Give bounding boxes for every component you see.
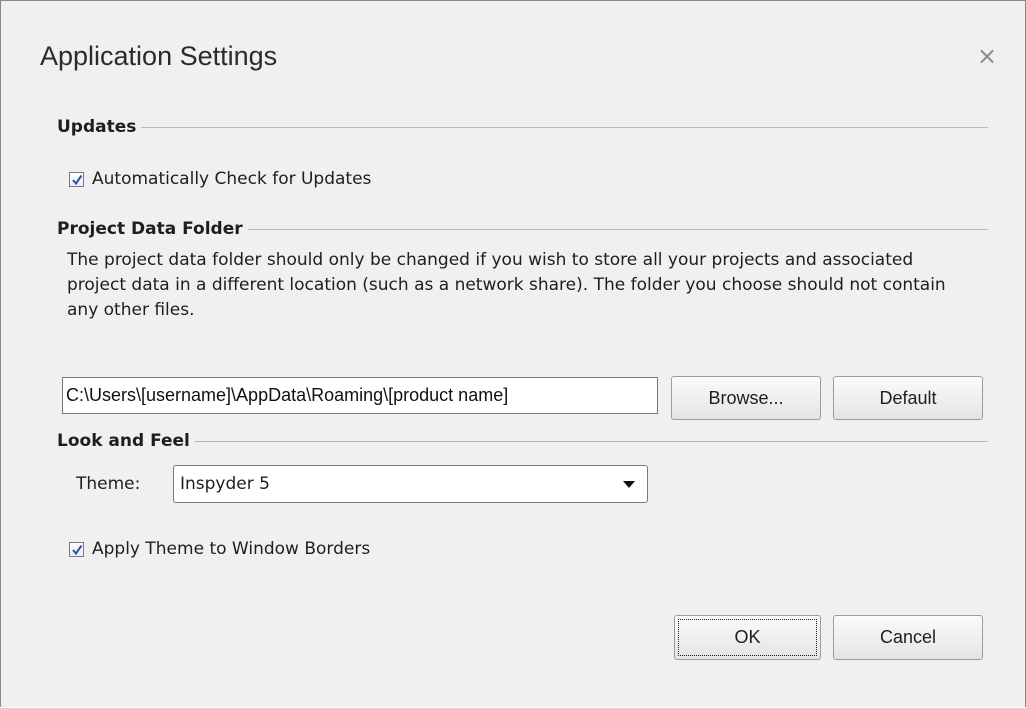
ok-button-label: OK — [734, 627, 761, 647]
theme-select-value: Inspyder 5 — [180, 474, 270, 494]
close-icon[interactable]: × — [976, 44, 998, 68]
updates-header-label: Updates — [57, 117, 137, 137]
dropdown-arrow-icon[interactable] — [623, 481, 635, 488]
apply-theme-borders-label: Apply Theme to Window Borders — [92, 539, 371, 559]
look-and-feel-header-label: Look and Feel — [57, 431, 190, 451]
application-settings-dialog: Application Settings × Updates Automatic… — [0, 0, 1026, 707]
project-data-folder-input[interactable]: C:\Users\[username]\AppData\Roaming\[pro… — [62, 377, 658, 414]
section-divider — [141, 126, 988, 128]
ok-button[interactable]: OK — [674, 615, 821, 660]
theme-select[interactable]: Inspyder 5 — [173, 465, 648, 503]
updates-section-header: Updates — [57, 117, 988, 137]
auto-check-updates-checkbox[interactable] — [69, 171, 84, 187]
auto-check-updates-row[interactable]: Automatically Check for Updates — [69, 169, 371, 189]
browse-button[interactable]: Browse... — [671, 376, 821, 420]
apply-theme-borders-row[interactable]: Apply Theme to Window Borders — [69, 539, 370, 559]
checkmark-icon — [72, 544, 83, 555]
theme-label: Theme: — [76, 474, 141, 494]
auto-check-updates-label: Automatically Check for Updates — [92, 169, 372, 189]
checkmark-icon — [72, 174, 83, 185]
dialog-title: Application Settings — [40, 41, 278, 71]
default-button[interactable]: Default — [833, 376, 983, 420]
cancel-button[interactable]: Cancel — [833, 615, 983, 660]
ok-focus-ring: OK — [678, 619, 817, 656]
project-data-description: The project data folder should only be c… — [67, 250, 946, 320]
look-and-feel-section-header: Look and Feel — [57, 431, 988, 451]
apply-theme-borders-checkbox[interactable] — [69, 541, 84, 557]
section-divider — [247, 228, 988, 230]
section-divider — [194, 440, 988, 442]
project-data-header-label: Project Data Folder — [57, 219, 243, 239]
project-data-section-header: Project Data Folder — [57, 219, 988, 239]
